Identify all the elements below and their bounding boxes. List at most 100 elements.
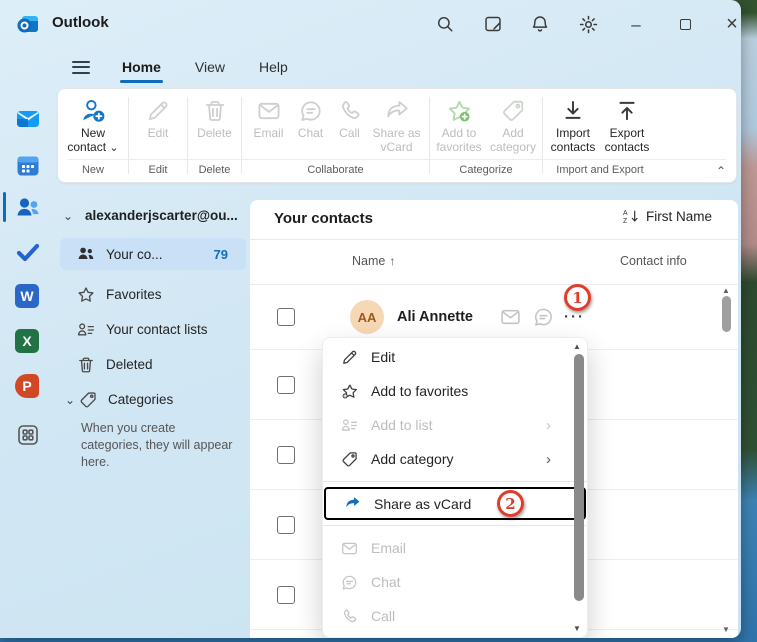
account-email: alexanderjscarter@ou... (85, 208, 238, 223)
rail-calendar-icon[interactable] (15, 153, 41, 179)
sidebar-item-contact-lists[interactable]: Your contact lists (60, 312, 246, 347)
star-add-icon (341, 383, 359, 400)
row-chat-icon[interactable] (533, 307, 554, 328)
import-contacts-button[interactable]: Import contacts (546, 96, 600, 154)
row-checkbox[interactable] (277, 515, 295, 534)
pencil-icon (146, 96, 170, 126)
desktop: { "titlebar": { "app_name": "Outlook" },… (0, 0, 757, 642)
email-button[interactable]: Email (247, 96, 291, 140)
new-contact-button[interactable]: New contact ⌄ (61, 96, 125, 155)
export-contacts-button[interactable]: Export contacts (600, 96, 654, 154)
menu-item-add-to-favorites[interactable]: Add to favorites (323, 374, 587, 408)
menu-divider (323, 525, 587, 526)
sort-selector[interactable]: A Z First Name (623, 208, 712, 225)
envelope-icon (257, 96, 281, 126)
menu-item-add-category[interactable]: Add category › (323, 442, 587, 476)
outlook-window: Outlook – × Home View Help New contact ⌄… (0, 0, 741, 638)
ribbon-group-label: Edit (148, 164, 168, 176)
ribbon-group-label: Collaborate (307, 164, 364, 176)
sidebar-item-deleted[interactable]: Deleted (60, 347, 246, 382)
chevron-down-icon: ⌄ (65, 392, 76, 407)
add-category-button[interactable]: Add category (486, 96, 540, 154)
delete-button[interactable]: Delete (190, 96, 240, 140)
row-email-icon[interactable] (500, 307, 521, 328)
edit-button[interactable]: Edit (136, 96, 180, 140)
column-contact-info: Contact info (620, 254, 687, 268)
ribbon-group-new: New contact ⌄ New (58, 89, 128, 182)
contact-list-icon (77, 321, 95, 339)
chevron-down-icon: ⌄ (63, 208, 74, 223)
row-checkbox[interactable] (277, 375, 295, 394)
menu-divider (323, 481, 587, 482)
app-rail: W X P (0, 48, 55, 638)
person-add-icon (80, 96, 106, 126)
maximize-button[interactable] (675, 14, 695, 34)
sidebar-item-categories[interactable]: ⌄ Categories (60, 382, 246, 417)
scrollbar-thumb[interactable] (722, 296, 731, 332)
call-button[interactable]: Call (331, 96, 369, 140)
phone-icon (338, 96, 362, 126)
account-header[interactable]: ⌄ alexanderjscarter@ou... (63, 208, 238, 223)
settings-gear-icon[interactable] (578, 14, 598, 34)
notifications-bell-icon[interactable] (530, 14, 550, 34)
envelope-icon (341, 540, 359, 557)
menu-scrollbar-up-arrow[interactable]: ▲ (571, 342, 583, 351)
rail-more-apps-icon[interactable] (15, 422, 41, 448)
menu-scrollbar-thumb[interactable] (574, 354, 584, 601)
add-to-favorites-button[interactable]: Add to favorites (432, 96, 486, 154)
menu-item-email[interactable]: Email (323, 531, 587, 565)
rail-excel-icon[interactable]: X (15, 329, 41, 355)
sidebar-item-favorites[interactable]: Favorites (60, 277, 246, 312)
tag-icon (501, 96, 525, 126)
more-options-icon[interactable]: ··· (564, 309, 585, 326)
column-name[interactable]: Name ↑ (352, 254, 395, 268)
tab-view[interactable]: View (193, 55, 227, 79)
ribbon-group-label: Import and Export (556, 164, 644, 176)
menu-item-edit[interactable]: Edit (323, 340, 587, 374)
close-button[interactable]: × (722, 14, 741, 34)
collapse-ribbon-chevron[interactable]: ⌃ (716, 164, 726, 178)
menu-item-chat[interactable]: Chat (323, 565, 587, 599)
export-arrow-icon (615, 96, 639, 126)
scrollbar-up-arrow[interactable]: ▲ (720, 286, 732, 295)
search-icon[interactable] (435, 14, 455, 34)
svg-text:A: A (623, 210, 628, 217)
ribbon-toolbar: New contact ⌄ New Edit Edit Delete Delet… (57, 88, 737, 183)
hamburger-menu-icon[interactable] (72, 57, 90, 77)
star-icon (77, 286, 95, 304)
ribbon-group-delete: Delete Delete (188, 89, 241, 182)
share-vcard-button[interactable]: Share as vCard (369, 96, 425, 154)
people-icon (77, 245, 95, 263)
menu-item-add-to-list[interactable]: Add to list › (323, 408, 587, 442)
ribbon-group-edit: Edit Edit (129, 89, 187, 182)
app-title: Outlook (52, 14, 109, 31)
row-checkbox[interactable] (277, 445, 295, 464)
menu-item-share-as-vcard[interactable]: Share as vCard (324, 487, 586, 520)
ribbon-group-import-export: Import contacts Export contacts Import a… (543, 89, 657, 182)
rail-people-icon[interactable] (15, 194, 41, 220)
menu-item-call[interactable]: Call (323, 599, 587, 633)
chat-bubble-icon (341, 574, 359, 591)
trash-icon (203, 96, 227, 126)
scrollbar-down-arrow[interactable]: ▼ (720, 625, 732, 634)
chat-button[interactable]: Chat (291, 96, 331, 140)
row-checkbox[interactable] (277, 585, 295, 604)
share-arrow-icon (344, 495, 362, 512)
tab-home[interactable]: Home (120, 55, 163, 83)
contact-context-menu: Edit Add to favorites Add to list › Add … (322, 337, 588, 638)
rail-word-icon[interactable]: W (15, 284, 41, 310)
contact-count-badge: 79 (213, 246, 228, 262)
rail-mail-icon[interactable] (15, 106, 41, 132)
notes-icon[interactable] (483, 14, 503, 34)
rail-todo-icon[interactable] (15, 239, 41, 265)
sidebar-item-your-contacts[interactable]: Your co... 79 (60, 238, 246, 270)
row-checkbox[interactable] (277, 308, 295, 326)
minimize-button[interactable]: – (626, 14, 646, 34)
tab-help[interactable]: Help (257, 55, 290, 79)
ribbon-group-categorize: Add to favorites Add category Categorize (430, 89, 542, 182)
avatar: AA (350, 300, 384, 334)
contact-name: Ali Annette (397, 309, 473, 325)
rail-powerpoint-icon[interactable]: P (15, 374, 41, 400)
menu-scrollbar-down-arrow[interactable]: ▼ (571, 624, 583, 633)
svg-text:Z: Z (623, 218, 627, 225)
